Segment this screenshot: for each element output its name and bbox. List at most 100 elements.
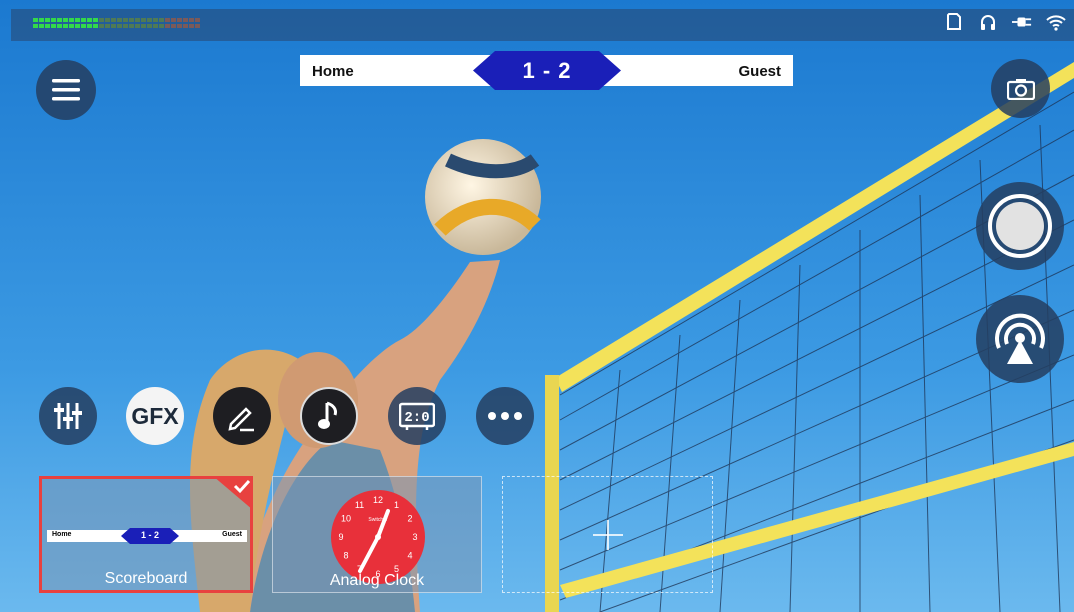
more-icon	[488, 412, 522, 420]
meter-segment	[159, 24, 164, 28]
meter-segment	[195, 18, 200, 22]
audio-mixer-button[interactable]	[39, 387, 97, 445]
scoreboard-overlay: Home 1 - 2 Guest	[300, 51, 793, 90]
scoreboard-icon: 2:0	[399, 402, 435, 430]
meter-segment	[189, 18, 194, 22]
clock-number: 1	[394, 500, 399, 510]
meter-segment	[147, 24, 152, 28]
meter-segment	[39, 18, 44, 22]
clock-number: 4	[408, 551, 413, 561]
meter-segment	[33, 24, 38, 28]
add-overlay-card[interactable]	[502, 476, 713, 593]
meter-segment	[165, 18, 170, 22]
meter-segment	[159, 18, 164, 22]
overlay-card-scoreboard[interactable]: Home 1 - 2 Guest Scoreboard	[39, 476, 253, 593]
card-label: Scoreboard	[104, 570, 188, 587]
clock-number: 9	[338, 532, 343, 542]
meter-segment	[75, 18, 80, 22]
overlay-card-analog-clock[interactable]: 121234567891011 Switcher Analog Clock	[272, 476, 482, 593]
meter-segment	[117, 18, 122, 22]
clock-number: 12	[373, 495, 383, 505]
scoreboard-icon-digits: 2:0	[404, 410, 429, 426]
meter-segment	[87, 18, 92, 22]
meter-segment	[33, 18, 38, 22]
clock-number: 8	[343, 551, 348, 561]
meter-segment	[141, 18, 146, 22]
record-button[interactable]	[976, 182, 1064, 270]
meter-segment	[123, 24, 128, 28]
gfx-button[interactable]: GFX	[126, 387, 184, 445]
meter-segment	[135, 18, 140, 22]
volleyball	[425, 139, 541, 255]
meter-segment	[195, 24, 200, 28]
meter-segment	[93, 24, 98, 28]
headphones-icon	[978, 12, 998, 32]
camera-icon	[1006, 78, 1035, 100]
meter-segment	[81, 18, 86, 22]
meter-segment	[105, 18, 110, 22]
preview-score: 1 - 2	[140, 530, 159, 540]
meter-segment	[129, 24, 134, 28]
meter-segment	[87, 24, 92, 28]
meter-segment	[63, 18, 68, 22]
broadcast-icon	[995, 313, 1045, 364]
status-icons	[944, 12, 1066, 32]
meter-segment	[111, 24, 116, 28]
edit-button[interactable]	[213, 387, 271, 445]
sd-card-icon	[944, 12, 964, 32]
selected-check-badge	[213, 476, 253, 510]
preview-home: Home	[52, 531, 72, 538]
meter-segment	[51, 18, 56, 22]
menu-icon	[52, 79, 80, 101]
meter-segment	[111, 18, 116, 22]
score-value: 1 - 2	[522, 58, 572, 83]
clock-number: 2	[408, 514, 413, 524]
meter-segment	[99, 18, 104, 22]
guest-team-name: Guest	[738, 63, 781, 80]
meter-segment	[153, 18, 158, 22]
meter-segment	[57, 24, 62, 28]
meter-segment	[183, 24, 188, 28]
meter-segment	[183, 18, 188, 22]
pencil-icon	[228, 407, 254, 432]
camera-view: Home 1 - 2 Guest GFX 2:0 Home 1 - 2 Gues…	[0, 0, 1074, 612]
meter-segment	[147, 18, 152, 22]
meter-segment	[141, 24, 146, 28]
power-plug-icon	[1012, 12, 1032, 32]
meter-segment	[153, 24, 158, 28]
meter-segment	[93, 18, 98, 22]
meter-segment	[81, 24, 86, 28]
meter-segment	[123, 18, 128, 22]
meter-segment	[69, 24, 74, 28]
snapshot-button[interactable]	[991, 59, 1050, 118]
meter-segment	[177, 18, 182, 22]
more-button[interactable]	[476, 387, 534, 445]
meter-segment	[129, 18, 134, 22]
clock-preview: 121234567891011 Switcher	[331, 490, 425, 584]
meter-segment	[69, 18, 74, 22]
meter-segment	[63, 24, 68, 28]
card-label: Analog Clock	[329, 572, 425, 589]
meter-segment	[99, 24, 104, 28]
meter-segment	[75, 24, 80, 28]
meter-segment	[57, 18, 62, 22]
meter-segment	[189, 24, 194, 28]
score-display: 1 - 2	[473, 51, 621, 90]
clock-number: 11	[355, 500, 364, 510]
scoreboard-button[interactable]: 2:0	[388, 387, 446, 445]
meter-segment	[45, 24, 50, 28]
audio-level-meter	[33, 18, 200, 28]
gfx-label: GFX	[131, 402, 179, 429]
meter-segment	[51, 24, 56, 28]
record-icon	[988, 194, 1052, 258]
stream-button[interactable]	[976, 295, 1064, 383]
menu-button[interactable]	[36, 60, 96, 120]
meter-segment	[165, 24, 170, 28]
music-button[interactable]	[300, 387, 358, 445]
meter-segment	[135, 24, 140, 28]
clock-number: 3	[412, 532, 417, 542]
meter-segment	[39, 24, 44, 28]
home-team-name: Home	[312, 63, 354, 80]
sliders-icon	[54, 403, 82, 429]
meter-segment	[171, 18, 176, 22]
